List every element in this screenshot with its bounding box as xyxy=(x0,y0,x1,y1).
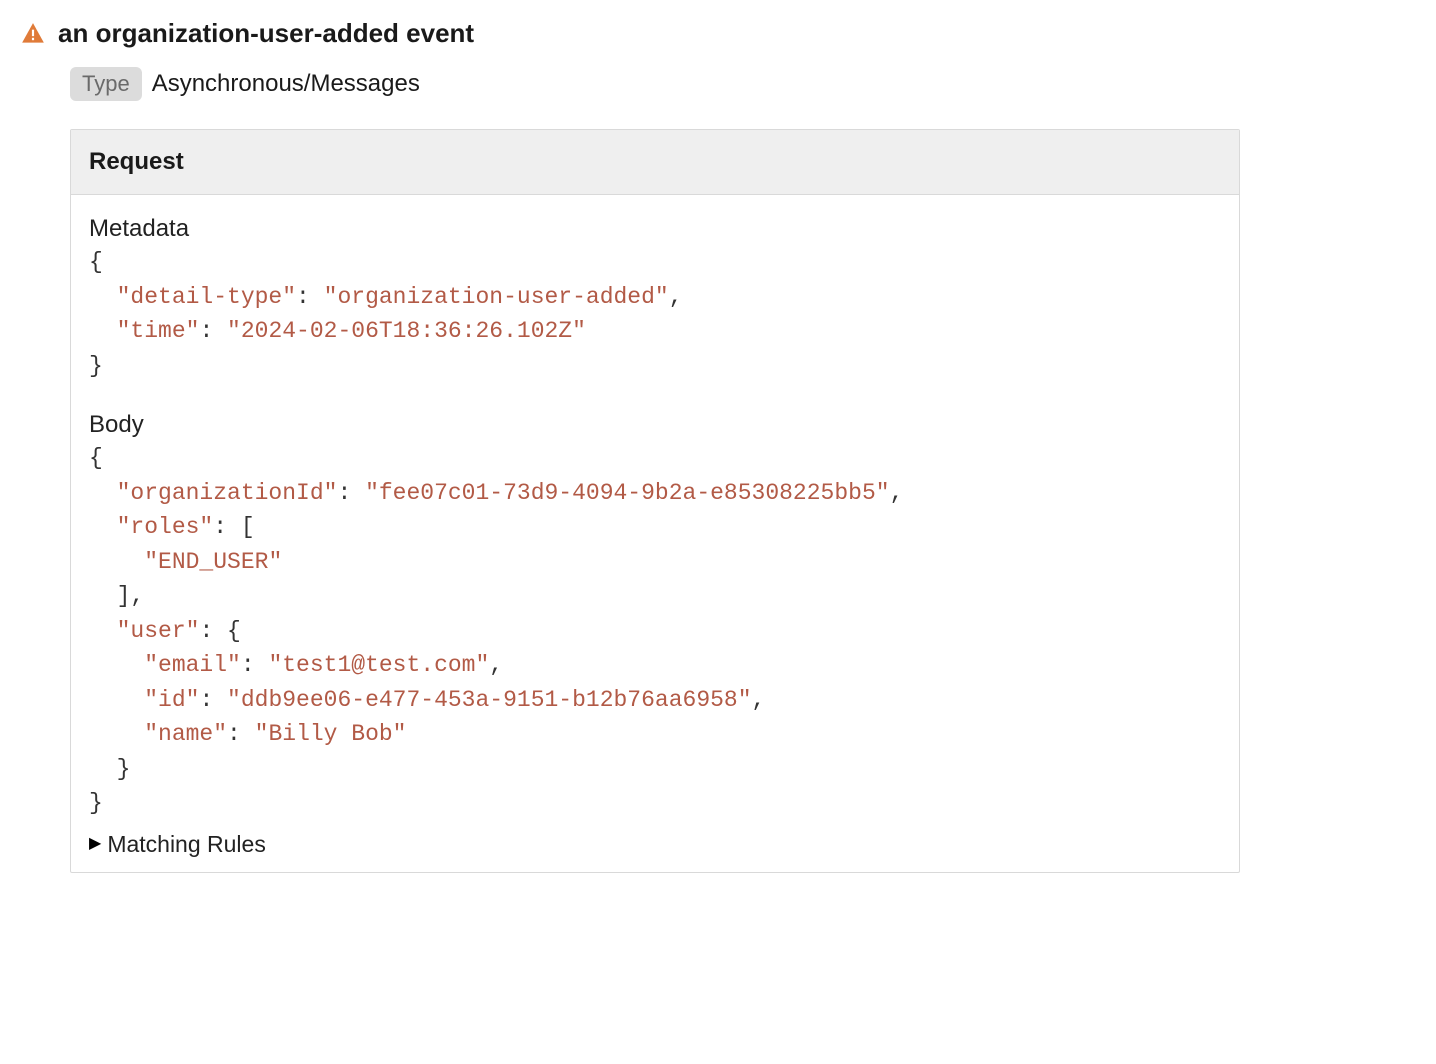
body-json: { "organizationId": "fee07c01-73d9-4094-… xyxy=(89,441,1221,821)
type-value: Asynchronous/Messages xyxy=(152,70,420,98)
matching-rules-toggle[interactable]: ▶ Matching Rules xyxy=(89,831,1221,858)
triangle-right-icon: ▶ xyxy=(89,836,101,852)
metadata-json: { "detail-type": "organization-user-adde… xyxy=(89,245,1221,383)
metadata-label: Metadata xyxy=(89,215,1221,243)
type-badge: Type xyxy=(70,67,142,101)
request-panel: Request Metadata { "detail-type": "organ… xyxy=(70,129,1240,873)
warning-icon xyxy=(20,21,46,47)
request-header: Request xyxy=(71,130,1239,195)
page-title: an organization-user-added event xyxy=(58,18,474,49)
matching-rules-label: Matching Rules xyxy=(107,831,266,858)
body-label: Body xyxy=(89,411,1221,439)
